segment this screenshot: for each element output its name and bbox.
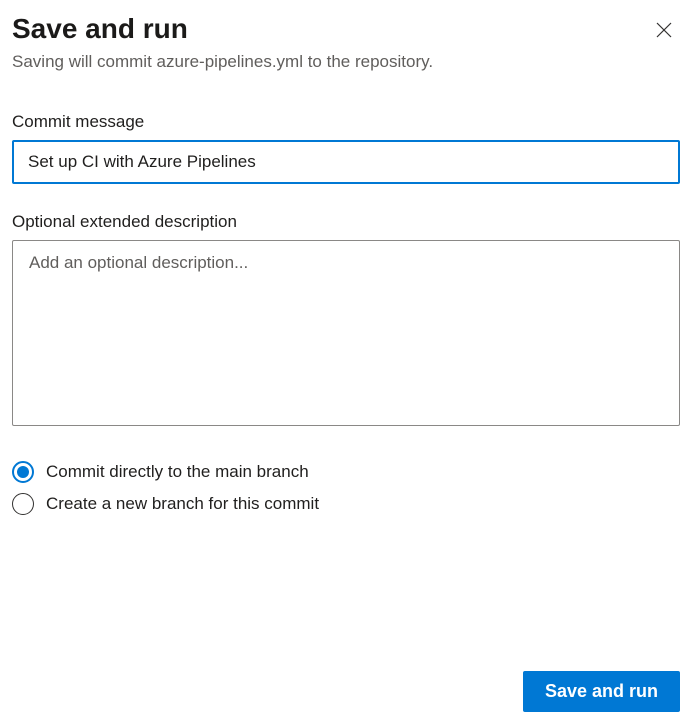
extended-description-textarea[interactable] [12,240,680,426]
branch-radio-group: Commit directly to the main branch Creat… [12,461,680,515]
close-icon [656,22,672,38]
radio-selected-icon [12,461,34,483]
radio-new-branch[interactable]: Create a new branch for this commit [12,493,680,515]
radio-new-branch-label: Create a new branch for this commit [46,494,319,514]
radio-commit-direct[interactable]: Commit directly to the main branch [12,461,680,483]
dialog-subtitle: Saving will commit azure-pipelines.yml t… [12,52,680,72]
dialog-title: Save and run [12,12,188,46]
save-and-run-button[interactable]: Save and run [523,671,680,712]
commit-message-input[interactable] [12,140,680,184]
extended-description-label: Optional extended description [12,212,680,232]
radio-commit-direct-label: Commit directly to the main branch [46,462,309,482]
radio-unselected-icon [12,493,34,515]
close-button[interactable] [648,14,680,46]
commit-message-label: Commit message [12,112,680,132]
